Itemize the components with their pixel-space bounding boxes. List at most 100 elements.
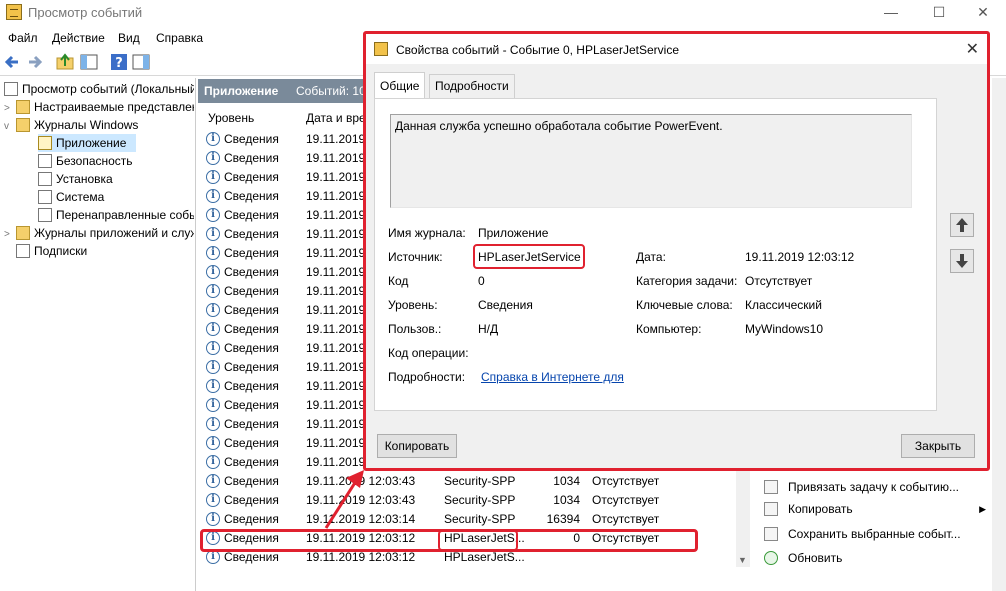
source-cell: Security-SPP bbox=[444, 512, 516, 526]
source-cell-highlight bbox=[438, 530, 518, 551]
code-label: Код bbox=[388, 274, 409, 288]
keywords-value: Классический bbox=[745, 298, 822, 312]
show-hide-action-pane-icon[interactable] bbox=[130, 51, 152, 73]
level-cell: Сведения bbox=[224, 265, 279, 279]
tree-item-forwarded[interactable]: Перенаправленные события bbox=[38, 206, 194, 224]
info-icon: i bbox=[206, 379, 220, 393]
next-event-button[interactable] bbox=[950, 249, 974, 273]
level-cell: Сведения bbox=[224, 512, 279, 526]
menu-help[interactable]: Справка bbox=[156, 31, 203, 45]
level-cell: Сведения bbox=[224, 398, 279, 412]
task-icon bbox=[764, 480, 778, 494]
table-row[interactable]: i Сведения 19.11.2019 12:03:43 Security-SPP… bbox=[200, 472, 748, 491]
info-icon: i bbox=[206, 265, 220, 279]
tree-root[interactable]: Просмотр событий (Локальный) bbox=[4, 80, 194, 98]
info-icon: i bbox=[206, 246, 220, 260]
column-header-level[interactable]: Уровень bbox=[208, 111, 254, 125]
forward-icon[interactable] bbox=[24, 51, 46, 73]
level-cell: Сведения bbox=[224, 379, 279, 393]
window-title: Просмотр событий bbox=[28, 5, 143, 20]
action-refresh[interactable]: Обновить bbox=[764, 547, 842, 569]
level-label: Уровень: bbox=[388, 298, 438, 312]
table-row[interactable]: i Сведения 19.11.2019 12:03:14 Security-SPP… bbox=[200, 510, 748, 529]
code-cell: 1034 bbox=[553, 474, 580, 488]
category-cell: Отсутствует bbox=[592, 493, 660, 507]
menu-file[interactable]: Файл bbox=[8, 31, 38, 45]
task-category-value: Отсутствует bbox=[745, 274, 813, 288]
datetime-cell: 19.11.2019 bbox=[306, 132, 366, 146]
menu-view[interactable]: Вид bbox=[118, 31, 140, 45]
datetime-cell: 19.11.2019 bbox=[306, 189, 366, 203]
actions-pane: Привязать задачу к событию... Копировать… bbox=[760, 470, 1006, 591]
tab-details[interactable]: Подробности bbox=[429, 74, 515, 98]
datetime-cell: 19.11.2019 bbox=[306, 208, 366, 222]
code-cell: 1034 bbox=[553, 493, 580, 507]
action-attach-task[interactable]: Привязать задачу к событию... bbox=[764, 476, 959, 498]
up-folder-icon[interactable] bbox=[54, 51, 76, 73]
dialog-title: Свойства событий - Событие 0, HPLaserJet… bbox=[396, 43, 679, 57]
tree-item-setup[interactable]: Установка bbox=[38, 170, 194, 188]
datetime-cell: 19.11.2019 bbox=[306, 360, 366, 374]
info-icon: i bbox=[206, 208, 220, 222]
minimize-button[interactable]: — bbox=[868, 0, 914, 26]
tree-item-windows-logs[interactable]: v Журналы Windows bbox=[4, 116, 194, 134]
info-icon: i bbox=[206, 322, 220, 336]
table-row[interactable]: i Сведения 19.11.2019 12:03:43 Security-SPP… bbox=[200, 491, 748, 510]
info-icon: i bbox=[206, 170, 220, 184]
log-icon bbox=[38, 172, 52, 186]
help-icon[interactable]: ? bbox=[108, 51, 130, 73]
level-cell: Сведения bbox=[224, 246, 279, 260]
actions-scrollbar[interactable] bbox=[992, 78, 1006, 591]
close-button[interactable]: Закрыть bbox=[901, 434, 975, 458]
level-cell: Сведения bbox=[224, 303, 279, 317]
close-window-button[interactable]: ✕ bbox=[960, 0, 1006, 26]
menu-action[interactable]: Действие bbox=[52, 31, 105, 45]
opcode-label: Код операции: bbox=[388, 346, 469, 360]
tree-item-system[interactable]: Система bbox=[38, 188, 194, 206]
tree-item-custom-views[interactable]: > Настраиваемые представления bbox=[4, 98, 194, 116]
log-icon bbox=[38, 190, 52, 204]
event-properties-icon bbox=[374, 42, 388, 56]
source-cell: Security-SPP bbox=[444, 493, 516, 507]
scroll-down-icon[interactable]: ▼ bbox=[738, 555, 747, 565]
show-hide-tree-icon[interactable] bbox=[78, 51, 100, 73]
chevron-down-icon[interactable]: v bbox=[4, 118, 16, 134]
previous-event-button[interactable] bbox=[950, 213, 974, 237]
maximize-button[interactable]: ☐ bbox=[916, 0, 962, 26]
computer-label: Компьютер: bbox=[636, 322, 702, 336]
category-cell: Отсутствует bbox=[592, 512, 660, 526]
action-save-selected[interactable]: Сохранить выбранные событ... bbox=[764, 523, 961, 545]
online-help-link[interactable]: Справка в Интернете для bbox=[481, 370, 624, 384]
tree-item-security[interactable]: Безопасность bbox=[38, 152, 194, 170]
event-count: Событий: 10 bbox=[296, 84, 366, 98]
event-viewer-icon bbox=[4, 82, 18, 96]
info-icon: i bbox=[206, 189, 220, 203]
back-icon[interactable] bbox=[2, 51, 24, 73]
info-icon: i bbox=[206, 360, 220, 374]
level-cell: Сведения bbox=[224, 132, 279, 146]
datetime-cell: 19.11.2019 bbox=[306, 455, 366, 469]
chevron-right-icon[interactable]: > bbox=[4, 226, 16, 242]
category-cell: Отсутствует bbox=[592, 474, 660, 488]
info-icon: i bbox=[206, 436, 220, 450]
info-icon: i bbox=[206, 284, 220, 298]
action-copy[interactable]: Копировать ▶ bbox=[764, 498, 986, 520]
level-cell: Сведения bbox=[224, 474, 279, 488]
datetime-cell: 19.11.2019 bbox=[306, 227, 366, 241]
level-cell: Сведения bbox=[224, 227, 279, 241]
source-label: Источник: bbox=[388, 250, 443, 264]
chevron-right-icon[interactable]: > bbox=[4, 100, 16, 116]
tree-item-subscriptions[interactable]: Подписки bbox=[16, 242, 194, 260]
info-icon: i bbox=[206, 303, 220, 317]
tab-general[interactable]: Общие bbox=[374, 72, 426, 99]
code-cell: 16394 bbox=[546, 512, 580, 526]
tree-item-app-logs[interactable]: > Журналы приложений и служб bbox=[4, 224, 194, 242]
datetime-cell: 19.11.2019 bbox=[306, 265, 366, 279]
subscriptions-icon bbox=[16, 244, 30, 258]
navigation-tree: Просмотр событий (Локальный) > Настраивае… bbox=[0, 78, 196, 591]
tree-item-application[interactable]: Приложение bbox=[38, 134, 136, 152]
level-cell: Сведения bbox=[224, 455, 279, 469]
copy-button[interactable]: Копировать bbox=[377, 434, 457, 458]
log-name-value: Приложение bbox=[478, 226, 549, 240]
dialog-close-icon[interactable]: ✕ bbox=[966, 39, 979, 59]
